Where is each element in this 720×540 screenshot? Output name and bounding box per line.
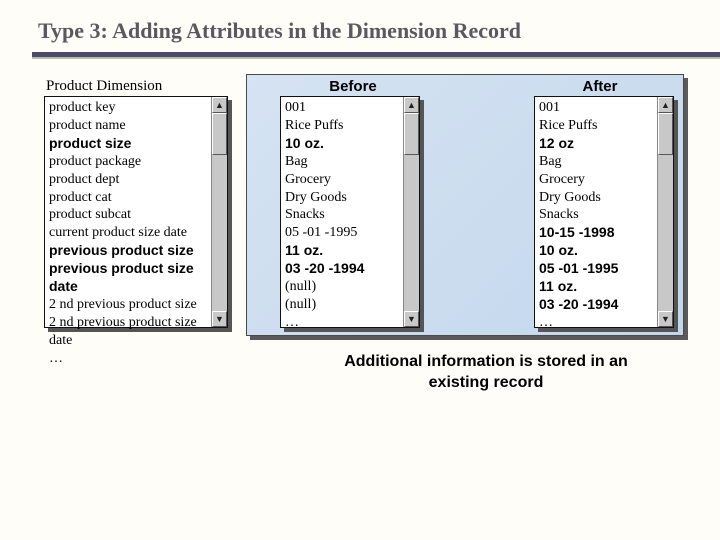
before-list-content: 001Rice Puffs10 oz.BagGroceryDry GoodsSn…	[281, 97, 403, 327]
scrollbar[interactable]: ▲ ▼	[403, 97, 419, 327]
list-item: 2 nd previous product size date	[49, 314, 207, 350]
list-item: Grocery	[285, 171, 399, 189]
list-item: Rice Puffs	[285, 117, 399, 135]
list-item: 11 oz.	[285, 242, 399, 260]
list-item: …	[49, 350, 207, 368]
list-item: product subcat	[49, 206, 207, 224]
list-item: product key	[49, 99, 207, 117]
scroll-thumb[interactable]	[404, 113, 419, 155]
list-item: Bag	[285, 153, 399, 171]
list-item: current product size date	[49, 224, 207, 242]
list-item: 11 oz.	[539, 278, 653, 296]
list-item: (null)	[285, 278, 399, 296]
title-underline	[32, 52, 720, 57]
list-item: product package	[49, 153, 207, 171]
list-item: (null)	[285, 296, 399, 314]
list-item: 12 oz	[539, 135, 653, 153]
list-item: 2 nd previous product size	[49, 296, 207, 314]
list-item: product name	[49, 117, 207, 135]
list-item: 05 -01 -1995	[285, 224, 399, 242]
dimension-label: Product Dimension	[46, 78, 162, 95]
list-item: Rice Puffs	[539, 117, 653, 135]
caption-text: Additional information is stored in an e…	[316, 352, 656, 394]
scroll-up-button[interactable]: ▲	[212, 97, 227, 113]
after-listbox[interactable]: 001Rice Puffs12 ozBagGroceryDry GoodsSna…	[534, 96, 674, 328]
list-item: 10-15 -1998	[539, 224, 653, 242]
after-list-content: 001Rice Puffs12 ozBagGroceryDry GoodsSna…	[535, 97, 657, 327]
list-item: Snacks	[539, 206, 653, 224]
column-header-after: After	[530, 76, 670, 97]
list-item: 10 oz.	[539, 242, 653, 260]
list-item: 03 -20 -1994	[285, 260, 399, 278]
scrollbar[interactable]: ▲ ▼	[657, 97, 673, 327]
list-item: 001	[539, 99, 653, 117]
list-item: 03 -20 -1994	[539, 296, 653, 314]
scrollbar[interactable]: ▲ ▼	[211, 97, 227, 327]
scroll-thumb[interactable]	[658, 113, 673, 155]
attribute-listbox[interactable]: product keyproduct nameproduct sizeprodu…	[44, 96, 228, 328]
list-item: previous product size date	[49, 260, 207, 296]
list-item: product dept	[49, 171, 207, 189]
scroll-down-button[interactable]: ▼	[404, 311, 419, 327]
list-item: Bag	[539, 153, 653, 171]
list-item: product size	[49, 135, 207, 153]
before-listbox[interactable]: 001Rice Puffs10 oz.BagGroceryDry GoodsSn…	[280, 96, 420, 328]
list-item: 10 oz.	[285, 135, 399, 153]
attribute-list-content: product keyproduct nameproduct sizeprodu…	[45, 97, 211, 327]
list-item: Dry Goods	[539, 189, 653, 207]
list-item: product cat	[49, 189, 207, 207]
scroll-up-button[interactable]: ▲	[404, 97, 419, 113]
list-item: 05 -01 -1995	[539, 260, 653, 278]
list-item: 001	[285, 99, 399, 117]
column-header-before: Before	[278, 76, 428, 97]
list-item: …	[539, 314, 653, 332]
scroll-up-button[interactable]: ▲	[658, 97, 673, 113]
list-item: …	[285, 314, 399, 332]
list-item: Grocery	[539, 171, 653, 189]
scroll-down-button[interactable]: ▼	[212, 311, 227, 327]
slide-title: Type 3: Adding Attributes in the Dimensi…	[0, 0, 720, 50]
list-item: Snacks	[285, 206, 399, 224]
list-item: Dry Goods	[285, 189, 399, 207]
scroll-thumb[interactable]	[212, 113, 227, 155]
list-item: previous product size	[49, 242, 207, 260]
scroll-down-button[interactable]: ▼	[658, 311, 673, 327]
